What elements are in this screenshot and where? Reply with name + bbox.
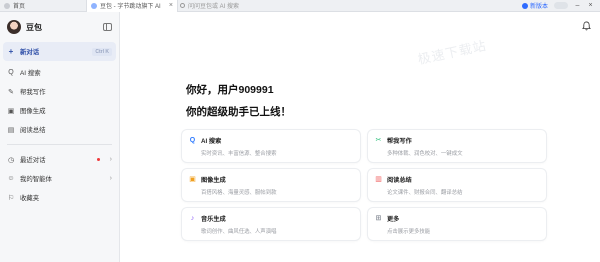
card-writing[interactable]: ✂ 帮我写作 多种体裁、润色校对、一键成文 — [368, 130, 546, 162]
sidebar-item-favorites[interactable]: ⚐ 收藏夹 — [3, 188, 116, 207]
card-more[interactable]: ⊞ 更多 点击展示更多技能 — [368, 208, 546, 240]
brand: 豆包 — [0, 12, 119, 42]
clock-icon: ◷ — [7, 156, 15, 164]
sidebar-toggle-icon[interactable] — [103, 23, 112, 31]
card-desc: 实时资讯、丰富信源、整合搜索 — [201, 151, 277, 157]
tab-doubao[interactable]: 豆包 - 字节跳动旗下 AI × — [86, 0, 178, 12]
pen-icon: ✂ — [375, 137, 382, 144]
greeting-subtitle: 你的超级助手已上线！ — [186, 106, 291, 118]
card-desc: 论文课件、财报合同、翻译总结 — [387, 190, 463, 196]
sidebar-item-ai-search[interactable]: Q AI 搜索 — [3, 63, 116, 82]
card-title: 帮我写作 — [387, 138, 412, 145]
sidebar-item-recent[interactable]: ◷ 最近对话 › — [3, 150, 116, 169]
browser-tab-bar: 首页 豆包 - 字节跳动旗下 AI × 问问豆包或 AI 搜索 新版本 – × — [0, 0, 600, 12]
address-placeholder: 问问豆包或 AI 搜索 — [188, 4, 240, 10]
account-button[interactable] — [554, 2, 568, 9]
card-music-gen[interactable]: ♪ 音乐生成 歌词创作、曲风任选、人声演唱 — [182, 208, 360, 240]
watermark: 极速下载站 — [416, 37, 489, 68]
card-title: 更多 — [387, 216, 400, 223]
sidebar: 豆包 + 新对话 Ctrl K Q AI 搜索 ✎ 帮我写作 ▣ 图像生成 ▤ … — [0, 12, 120, 262]
chevron-right-icon: › — [109, 156, 112, 163]
book-icon: ▤ — [7, 126, 15, 134]
music-icon: ♪ — [190, 215, 195, 222]
sidebar-item-writing[interactable]: ✎ 帮我写作 — [3, 82, 116, 101]
card-desc: 歌词创作、曲风任选、人声演唱 — [201, 229, 277, 235]
search-icon: Q — [8, 69, 14, 76]
chevron-right-icon: › — [109, 175, 112, 182]
sidebar-item-label: 阅读总结 — [20, 127, 46, 134]
new-chat-label: 新对话 — [20, 49, 40, 56]
book-icon: ▥ — [375, 176, 382, 183]
shortcut-badge: Ctrl K — [92, 47, 112, 56]
sidebar-item-label: 最近对话 — [20, 157, 46, 164]
sidebar-item-agents[interactable]: ☺ 我的智能体 › — [3, 169, 116, 188]
bookmark-icon: ⚐ — [7, 194, 15, 202]
card-image-gen[interactable]: ▣ 图像生成 百搭风格、海量灵感、服帖到款 — [182, 169, 360, 201]
search-icon — [180, 3, 185, 8]
doubao-favicon-icon — [91, 2, 97, 9]
update-icon — [521, 2, 528, 9]
card-title: 音乐生成 — [201, 216, 226, 223]
sidebar-item-image[interactable]: ▣ 图像生成 — [3, 101, 116, 120]
new-version-button[interactable]: 新版本 — [521, 1, 548, 10]
home-icon — [4, 2, 10, 9]
new-chat-button[interactable]: + 新对话 Ctrl K — [3, 42, 116, 61]
sidebar-item-label: 我的智能体 — [20, 176, 52, 183]
sidebar-item-label: AI 搜索 — [20, 70, 41, 77]
card-reading[interactable]: ▥ 阅读总结 论文课件、财报合同、翻译总结 — [368, 169, 546, 201]
card-desc: 点击展示更多技能 — [387, 229, 431, 235]
plus-icon: + — [8, 47, 14, 56]
card-title: AI 搜索 — [201, 138, 222, 145]
bot-icon: ☺ — [7, 175, 15, 182]
close-window-icon[interactable]: × — [587, 2, 594, 9]
close-icon[interactable]: × — [169, 2, 173, 9]
image-icon: ▣ — [189, 176, 196, 183]
brand-name: 豆包 — [26, 22, 42, 32]
bell-icon[interactable] — [582, 21, 591, 31]
card-desc: 百搭风格、海量灵感、服帖到款 — [201, 190, 277, 196]
new-version-label: 新版本 — [529, 4, 548, 10]
card-desc: 多种体裁、润色校对、一键成文 — [387, 151, 463, 157]
tab-home[interactable]: 首页 — [0, 0, 86, 12]
address-bar[interactable]: 问问豆包或 AI 搜索 — [180, 1, 360, 10]
sidebar-item-reading[interactable]: ▤ 阅读总结 — [3, 120, 116, 139]
sidebar-item-label: 收藏夹 — [20, 195, 40, 202]
card-title: 图像生成 — [201, 177, 226, 184]
main-panel: 极速下载站 你好，用户909991 你的超级助手已上线！ Q AI 搜索 实时资… — [121, 12, 600, 262]
notification-dot — [96, 158, 100, 161]
pen-icon: ✎ — [8, 88, 14, 96]
sidebar-divider — [7, 144, 112, 145]
card-ai-search[interactable]: Q AI 搜索 实时资讯、丰富信源、整合搜索 — [182, 130, 360, 162]
tab-label: 豆包 - 字节跳动旗下 AI — [100, 4, 161, 10]
tab-label: 首页 — [13, 4, 26, 10]
grid-icon: ⊞ — [375, 215, 382, 222]
avatar — [7, 20, 21, 34]
greeting-title: 你好，用户909991 — [186, 84, 274, 96]
sidebar-item-label: 帮我写作 — [20, 89, 46, 96]
search-icon: Q — [189, 137, 196, 144]
minimize-icon[interactable]: – — [574, 2, 581, 9]
sidebar-item-label: 图像生成 — [20, 108, 46, 115]
image-icon: ▣ — [7, 107, 15, 115]
skill-card-grid: Q AI 搜索 实时资讯、丰富信源、整合搜索 ✂ 帮我写作 多种体裁、润色校对、… — [182, 130, 547, 240]
card-title: 阅读总结 — [387, 177, 412, 184]
